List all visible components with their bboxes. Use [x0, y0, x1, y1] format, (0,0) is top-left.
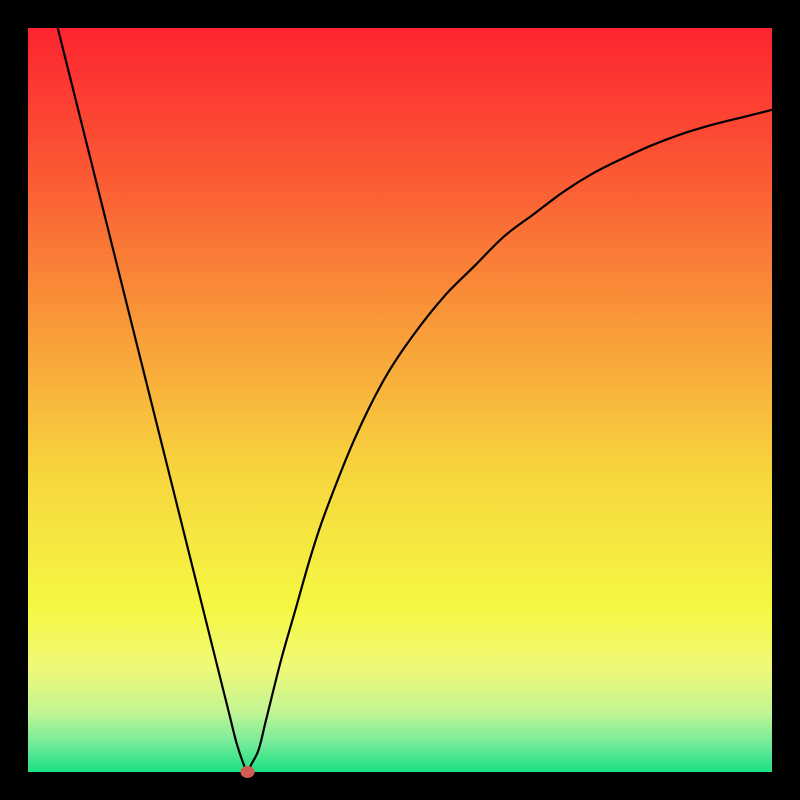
bottleneck-chart — [0, 0, 800, 800]
plot-area — [28, 28, 772, 772]
optimum-marker — [240, 766, 254, 778]
chart-container: TheBottleneck.com — [0, 0, 800, 800]
